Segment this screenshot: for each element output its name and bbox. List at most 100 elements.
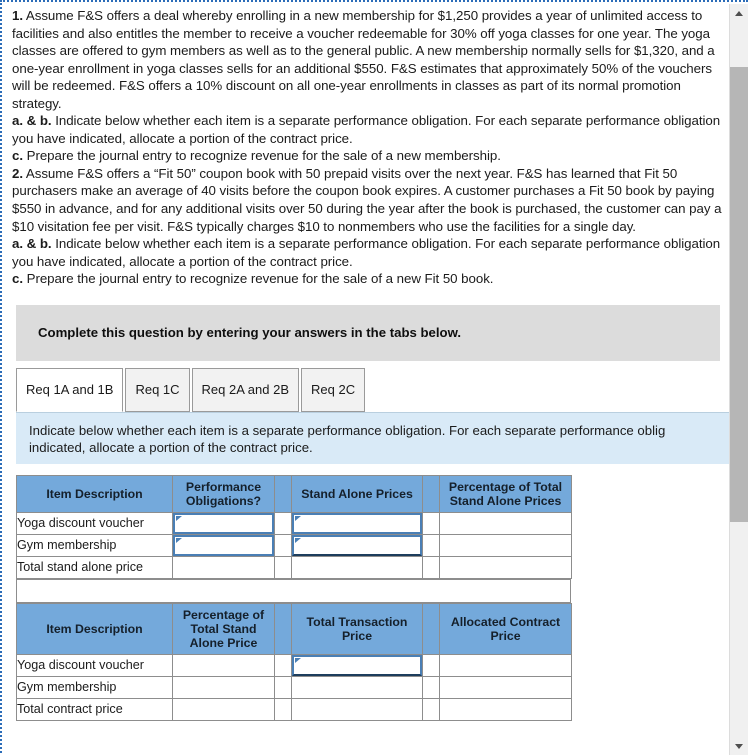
cell-performance-obligation[interactable] bbox=[172, 511, 275, 535]
blank-row bbox=[16, 578, 571, 603]
triangle-down-icon bbox=[735, 743, 743, 749]
question-number: c. bbox=[12, 148, 23, 164]
tab-label: Req 2A and 2B bbox=[201, 382, 290, 398]
column-header-item-description: Item Description bbox=[16, 602, 173, 655]
column-header-spacer bbox=[274, 474, 292, 513]
scrollable-content: 1. Assume F&S offers a deal whereby enro… bbox=[4, 4, 730, 755]
cell-spacer bbox=[422, 653, 440, 677]
tab-req-2a-and-2b[interactable]: Req 2A and 2B bbox=[191, 367, 300, 412]
tab-label: Req 1C bbox=[135, 382, 180, 398]
performance-obligation-dropdown[interactable] bbox=[173, 534, 274, 556]
cell-percentage-of-total-stand-alone-price[interactable] bbox=[172, 675, 275, 699]
row-label-gym-membership: Gym membership bbox=[16, 533, 173, 557]
row-label-yoga-discount-voucher: Yoga discount voucher bbox=[16, 511, 173, 535]
question-paragraph: a. & b. Indicate below whether each item… bbox=[12, 112, 722, 147]
stand-alone-price-table: Item Description Performance Obligations… bbox=[16, 474, 572, 579]
tab-req-1a-and-1b[interactable]: Req 1A and 1B bbox=[16, 367, 124, 412]
row-label-gym-membership: Gym membership bbox=[16, 675, 173, 699]
column-header-percentage-of-total-stand-alone-prices: Percentage of Total Stand Alone Prices bbox=[439, 474, 572, 513]
tab-label: Req 2C bbox=[311, 382, 356, 398]
cell-spacer bbox=[274, 533, 292, 557]
column-header-stand-alone-prices: Stand Alone Prices bbox=[291, 474, 423, 513]
question-paragraph: c. Prepare the journal entry to recogniz… bbox=[12, 147, 722, 165]
question-number: 2. bbox=[12, 165, 23, 181]
cell-total-transaction-price[interactable] bbox=[291, 697, 423, 721]
table-row: Gym membership bbox=[16, 533, 572, 557]
cell-spacer bbox=[274, 697, 292, 721]
column-header-spacer bbox=[422, 602, 440, 655]
row-label-yoga-discount-voucher: Yoga discount voucher bbox=[16, 653, 173, 677]
column-header-spacer bbox=[422, 474, 440, 513]
column-header-performance-obligations: Performance Obligations? bbox=[172, 474, 275, 513]
question-body: Indicate below whether each item is a se… bbox=[12, 236, 721, 269]
row-label-total-stand-alone-price: Total stand alone price bbox=[16, 555, 173, 579]
question-number: a. & b. bbox=[12, 236, 52, 252]
cell-stand-alone-price[interactable] bbox=[291, 533, 423, 557]
cell-spacer bbox=[422, 511, 440, 535]
question-body: Indicate below whether each item is a se… bbox=[12, 113, 721, 146]
scrollbar-thumb[interactable] bbox=[730, 67, 748, 522]
cell-total-transaction-price[interactable] bbox=[291, 653, 423, 677]
cell-spacer bbox=[422, 675, 440, 699]
table-separator-row bbox=[16, 578, 571, 603]
cell-allocated-contract-price[interactable] bbox=[439, 697, 572, 721]
table-header-row: Item Description Performance Obligations… bbox=[16, 474, 572, 513]
stand-alone-price-input[interactable] bbox=[292, 534, 422, 556]
cell-performance-obligation[interactable] bbox=[172, 533, 275, 557]
question-paragraph: 2. Assume F&S offers a “Fit 50” coupon b… bbox=[12, 165, 722, 235]
row-label-total-contract-price: Total contract price bbox=[16, 697, 173, 721]
requirement-tabs: Req 1A and 1B Req 1C Req 2A and 2B Req 2… bbox=[16, 367, 730, 412]
table-row: Yoga discount voucher bbox=[16, 511, 572, 535]
cell-spacer bbox=[274, 653, 292, 677]
column-header-allocated-contract-price: Allocated Contract Price bbox=[439, 602, 572, 655]
cell-stand-alone-price[interactable] bbox=[291, 511, 423, 535]
cell-allocated-contract-price[interactable] bbox=[439, 653, 572, 677]
scrollbar-down-button[interactable] bbox=[730, 737, 748, 755]
table-row: Total contract price bbox=[16, 697, 572, 721]
cell-spacer bbox=[422, 533, 440, 557]
complete-question-banner: Complete this question by entering your … bbox=[16, 304, 720, 361]
performance-obligation-dropdown[interactable] bbox=[173, 512, 274, 534]
cell-total-transaction-price[interactable] bbox=[291, 675, 423, 699]
tab-req-2c[interactable]: Req 2C bbox=[301, 367, 366, 412]
cell-stand-alone-price-total[interactable] bbox=[291, 555, 423, 579]
cell-allocated-contract-price[interactable] bbox=[439, 675, 572, 699]
cell-percentage-of-total[interactable] bbox=[439, 533, 572, 557]
question-number: 1. bbox=[12, 8, 23, 23]
question-paragraph: c. Prepare the journal entry to recogniz… bbox=[12, 270, 722, 288]
cell-percentage-of-total[interactable] bbox=[439, 555, 572, 579]
triangle-up-icon bbox=[735, 10, 743, 16]
question-number: c. bbox=[12, 271, 23, 287]
cell-spacer bbox=[422, 697, 440, 721]
allocated-contract-price-table-wrapper: Item Description Percentage of Total Sta… bbox=[16, 602, 572, 721]
table-row: Gym membership bbox=[16, 675, 572, 699]
cell-spacer bbox=[274, 675, 292, 699]
table-row: Total stand alone price bbox=[16, 555, 572, 579]
question-body: Assume F&S offers a deal whereby enrolli… bbox=[12, 8, 715, 111]
question-prose: 1. Assume F&S offers a deal whereby enro… bbox=[4, 4, 730, 288]
table-row: Yoga discount voucher bbox=[16, 653, 572, 677]
vertical-scrollbar[interactable] bbox=[729, 4, 748, 755]
tab-req-1c[interactable]: Req 1C bbox=[125, 367, 190, 412]
question-body: Prepare the journal entry to recognize r… bbox=[23, 271, 494, 287]
column-header-item-description: Item Description bbox=[16, 474, 173, 513]
question-paragraph: 1. Assume F&S offers a deal whereby enro… bbox=[12, 7, 722, 112]
cell-percentage-of-total-stand-alone-price[interactable] bbox=[172, 653, 275, 677]
cell-percentage-of-total-stand-alone-price[interactable] bbox=[172, 697, 275, 721]
column-header-percentage-of-total-stand-alone-price: Percentage of Total Stand Alone Price bbox=[172, 602, 275, 655]
question-paragraph: a. & b. Indicate below whether each item… bbox=[12, 235, 722, 270]
scrollbar-up-button[interactable] bbox=[730, 4, 748, 22]
stand-alone-price-table-wrapper: Item Description Performance Obligations… bbox=[16, 474, 572, 579]
question-body: Assume F&S offers a “Fit 50” coupon book… bbox=[12, 165, 722, 234]
question-number: a. & b. bbox=[12, 113, 52, 129]
cell-percentage-of-total[interactable] bbox=[439, 511, 572, 535]
column-header-spacer bbox=[274, 602, 292, 655]
tab-instruction-text: Indicate below whether each item is a se… bbox=[16, 411, 730, 464]
allocated-contract-price-table: Item Description Percentage of Total Sta… bbox=[16, 602, 572, 721]
banner-text: Complete this question by entering your … bbox=[38, 325, 462, 341]
cell-performance-obligation[interactable] bbox=[172, 555, 275, 579]
cell-spacer bbox=[422, 555, 440, 579]
total-transaction-price-input[interactable] bbox=[292, 654, 422, 676]
stand-alone-price-input[interactable] bbox=[292, 512, 422, 534]
cell-spacer bbox=[274, 555, 292, 579]
